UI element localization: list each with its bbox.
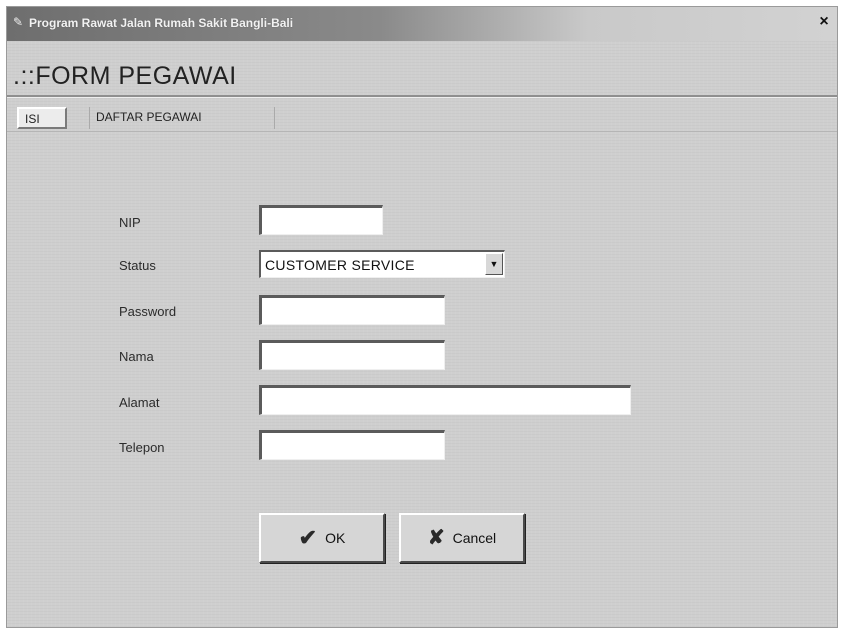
title-bar[interactable]: ✎ Program Rawat Jalan Rumah Sakit Bangli… (7, 7, 837, 41)
tab-daftar-pegawai[interactable]: DAFTAR PEGAWAI (89, 107, 275, 129)
status-label: Status (119, 258, 156, 273)
cancel-button-label: Cancel (452, 530, 497, 546)
password-field[interactable] (259, 295, 445, 325)
window-title: Program Rawat Jalan Rumah Sakit Bangli-B… (29, 16, 294, 30)
tab-divider (7, 131, 837, 132)
page-title: .::FORM PEGAWAI (13, 62, 237, 90)
alamat-label: Alamat (119, 395, 160, 410)
form-pegawai-window: ✎ Program Rawat Jalan Rumah Sakit Bangli… (6, 6, 838, 628)
cancel-button[interactable]: ✘ Cancel (399, 513, 525, 563)
telepon-label: Telepon (119, 440, 165, 455)
x-icon: ✘ (427, 527, 445, 549)
password-label: Password (119, 304, 177, 319)
nip-field[interactable] (259, 205, 383, 235)
nama-label: Nama (119, 349, 154, 364)
tab-isi[interactable]: ISI (17, 107, 67, 129)
nama-field[interactable] (259, 340, 445, 370)
ok-button[interactable]: ✔ OK (259, 513, 385, 563)
nip-label: NIP (119, 215, 141, 230)
ok-button-label: OK (325, 530, 346, 546)
chevron-down-icon[interactable]: ▼ (485, 253, 503, 275)
telepon-field[interactable] (259, 430, 445, 460)
close-icon[interactable]: × (815, 13, 833, 31)
app-icon: ✎ (13, 15, 24, 29)
heading-divider (7, 95, 837, 98)
status-select[interactable]: CUSTOMER SERVICE ▼ (259, 250, 505, 278)
check-icon: ✔ (298, 525, 318, 550)
alamat-field[interactable] (259, 385, 631, 415)
status-value: CUSTOMER SERVICE (265, 257, 415, 273)
